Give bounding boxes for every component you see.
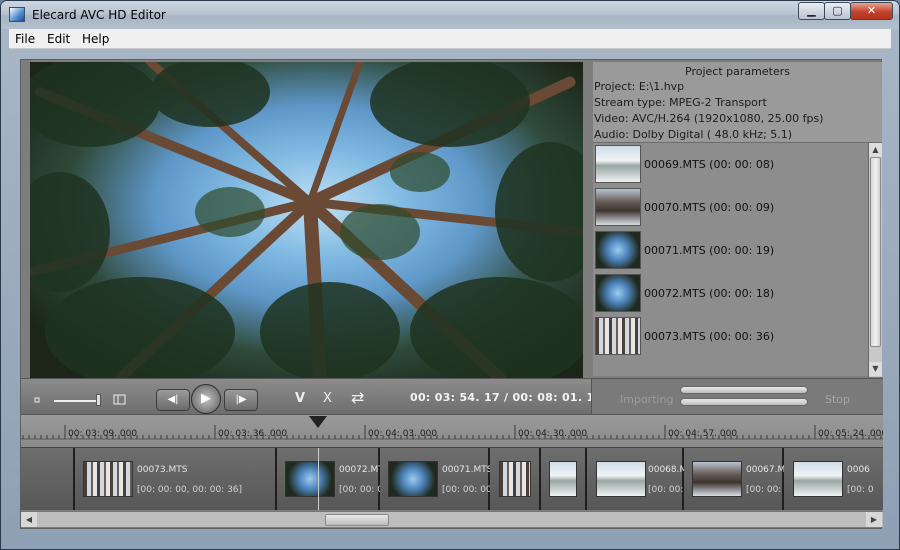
ruler-ticks — [21, 425, 883, 440]
swap-icon[interactable]: ⇄ — [351, 388, 364, 407]
ruler-label: 00: 04: 30. 000 — [518, 429, 588, 439]
clip-label: 00070.MTS (00: 00: 09) — [644, 201, 775, 214]
scroll-down-arrow-icon[interactable]: ▼ — [869, 362, 882, 376]
menu-bar: File Edit Help — [9, 29, 891, 49]
ruler-label: 00: 04: 03. 000 — [368, 429, 438, 439]
transport-bar: ◀| ▶ |▶ V X ⇄ 00: 03: 54. 17 / 00: 08: 0… — [21, 378, 883, 415]
import-progress-bar — [680, 386, 808, 394]
scroll-left-arrow-icon[interactable]: ◀ — [21, 512, 37, 527]
menu-edit[interactable]: Edit — [47, 32, 70, 46]
timeline-clip-thumbnail — [793, 461, 843, 497]
timeline-clip[interactable] — [490, 448, 541, 510]
play-button[interactable]: ▶ — [191, 384, 221, 414]
clip-thumbnail — [595, 231, 641, 269]
window-title: Elecard AVC HD Editor — [32, 8, 166, 22]
ruler-label: 00: 04: 57. 000 — [668, 429, 738, 439]
title-bar[interactable]: Elecard AVC HD Editor ▁ ▢ ✕ — [1, 1, 899, 29]
next-frame-button[interactable]: |▶ — [224, 389, 258, 411]
video-info: Video: AVC/H.264 (1920x1080, 25.00 fps) — [594, 112, 824, 125]
timeline-clip-thumbnail — [285, 461, 335, 497]
app-icon — [9, 7, 25, 22]
timeline-clip[interactable]: 00071.MTS [00: 00: 00, — [380, 448, 495, 510]
stop-button[interactable]: Stop — [825, 393, 850, 406]
timeline-clip-range: [00: 0 — [847, 485, 874, 495]
timeline-clip-thumbnail — [388, 461, 438, 497]
timeline-scrollbar[interactable]: ◀ ▶ — [21, 511, 883, 527]
clip-list-scrollbar[interactable]: ▲ ▼ — [868, 143, 882, 377]
close-button[interactable]: ✕ — [850, 2, 893, 20]
timeline-clip[interactable]: 00067.M [00: 00: 0 — [684, 448, 790, 510]
timeline-clip[interactable] — [21, 448, 75, 510]
timeline-track: 00073.MTS [00: 00: 00, 00: 00: 36] 00072… — [21, 448, 883, 510]
ruler-label: 00: 05: 24. 000 — [818, 429, 883, 439]
timeline-clip-thumbnail — [692, 461, 742, 497]
timeline-clip-name: 0006 — [847, 465, 870, 475]
project-path: Project: E:\1.hvp — [594, 80, 685, 93]
timeline-clip[interactable]: 00068.M [00: 00: 0 — [587, 448, 692, 510]
clip-label: 00072.MTS (00: 00: 18) — [644, 287, 775, 300]
clip-thumbnail — [595, 188, 641, 226]
timeline-clip-range: [00: 00: 00, — [442, 485, 495, 495]
minimize-button[interactable]: ▁ — [798, 2, 825, 20]
clip-label: 00071.MTS (00: 00: 19) — [644, 244, 775, 257]
clip-item[interactable]: 00070.MTS (00: 00: 09) — [593, 187, 868, 230]
volume-slider-track[interactable] — [54, 400, 100, 402]
timeline-clip[interactable]: 00072.MTS [00: 00: 00, — [277, 448, 392, 510]
import-panel: Importing Stop — [591, 379, 883, 415]
timecode-display: 00: 03: 54. 17 / 00: 08: 01. 13 — [410, 391, 603, 404]
volume-high-icon — [113, 394, 126, 405]
playhead-marker[interactable] — [309, 416, 327, 428]
app-window: Elecard AVC HD Editor ▁ ▢ ✕ File Edit He… — [0, 0, 900, 550]
ruler-label: 00: 03: 36. 000 — [218, 429, 288, 439]
timeline-clip-thumbnail — [499, 461, 531, 497]
mark-icon[interactable]: V — [295, 391, 305, 406]
clip-list: 00069.MTS (00: 00: 08) 00070.MTS (00: 00… — [593, 142, 882, 377]
clip-label: 00069.MTS (00: 00: 08) — [644, 158, 775, 171]
scroll-right-arrow-icon[interactable]: ▶ — [866, 512, 882, 527]
timeline-scrollbar-thumb[interactable] — [325, 514, 389, 526]
timeline-clip-range: [00: 00: 00, 00: 00: 36] — [137, 485, 243, 495]
editor-area: Project parameters Project: E:\1.hvp Str… — [20, 59, 883, 529]
clip-label: 00073.MTS (00: 00: 36) — [644, 330, 775, 343]
clip-thumbnail — [595, 317, 641, 355]
project-parameters-title: Project parameters — [685, 65, 790, 78]
timeline-clip-name: 00073.MTS — [137, 465, 188, 475]
scroll-up-arrow-icon[interactable]: ▲ — [869, 143, 882, 157]
timeline-clip-thumbnail — [549, 461, 577, 497]
clip-item[interactable]: 00072.MTS (00: 00: 18) — [593, 273, 868, 316]
audio-info: Audio: Dolby Digital ( 48.0 kHz; 5.1) — [594, 128, 793, 141]
timeline-clip[interactable] — [541, 448, 587, 510]
importing-label: Importing — [620, 393, 674, 406]
timeline-playhead-line — [318, 448, 319, 510]
cut-icon[interactable]: X — [323, 391, 332, 406]
project-parameters-panel: Project parameters Project: E:\1.hvp Str… — [593, 62, 882, 142]
stream-type: Stream type: MPEG-2 Transport — [594, 96, 767, 109]
timeline-ruler[interactable]: 00: 03: 09. 000 00: 03: 36. 000 00: 04: … — [21, 414, 883, 448]
timeline-clip[interactable]: 00073.MTS [00: 00: 00, 00: 00: 36] — [75, 448, 277, 510]
timeline-clip-name: 00071.MTS — [442, 465, 493, 475]
video-preview[interactable] — [30, 62, 583, 378]
menu-file[interactable]: File — [15, 32, 35, 46]
clip-item[interactable]: 00073.MTS (00: 00: 36) — [593, 316, 868, 359]
volume-slider-knob[interactable] — [96, 394, 101, 406]
clip-thumbnail — [595, 274, 641, 312]
volume-low-icon — [34, 397, 40, 403]
timeline-clip-thumbnail — [83, 461, 133, 497]
timeline-clip-name: 00067.M — [746, 465, 786, 475]
clip-item[interactable]: 00069.MTS (00: 00: 08) — [593, 144, 868, 187]
timeline-clip-thumbnail — [596, 461, 646, 497]
maximize-button[interactable]: ▢ — [824, 2, 851, 20]
prev-frame-button[interactable]: ◀| — [156, 389, 190, 411]
menu-help[interactable]: Help — [82, 32, 109, 46]
import-progress-bar — [680, 398, 808, 406]
timeline-clip[interactable]: 0006 [00: 0 — [784, 448, 883, 510]
clip-item[interactable]: 00071.MTS (00: 00: 19) — [593, 230, 868, 273]
clip-thumbnail — [595, 145, 641, 183]
scrollbar-thumb[interactable] — [870, 157, 881, 347]
timeline-clip-name: 00068.M — [648, 465, 688, 475]
video-frame-image — [30, 62, 583, 378]
ruler-label: 00: 03: 09. 000 — [68, 429, 138, 439]
